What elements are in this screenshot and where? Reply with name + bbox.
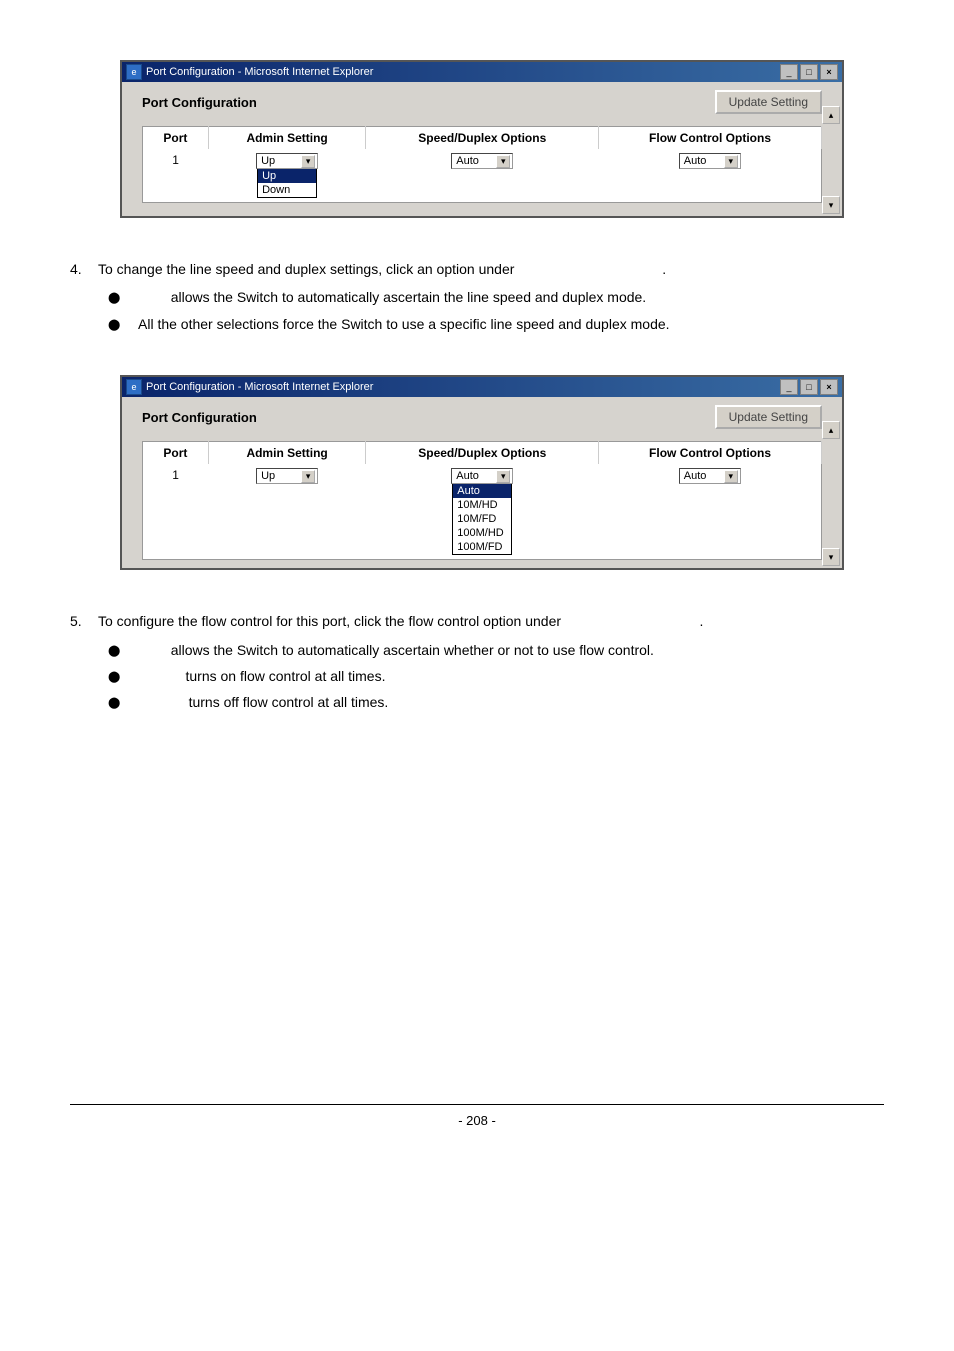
ie-icon: e	[126, 64, 142, 80]
scroll-up-icon[interactable]: ▴	[822, 421, 840, 439]
bullet-text: turns on flow control at all times.	[185, 668, 385, 684]
update-setting-button[interactable]: Update Setting	[715, 90, 822, 114]
step-5-bullet-2: ⬤ Enable turns on flow control at all ti…	[108, 665, 884, 687]
step-5-text: To configure the flow control for this p…	[98, 613, 561, 629]
col-admin: Admin Setting	[208, 127, 366, 150]
col-speed: Speed/Duplex Options	[366, 442, 599, 465]
step-5-bullet-3: ⬤ Disable turns off flow control at all …	[108, 691, 884, 713]
admin-select[interactable]: Up	[256, 468, 318, 484]
col-admin: Admin Setting	[208, 442, 366, 465]
page-footer: - 208 -	[70, 1104, 884, 1128]
admin-dropdown[interactable]: Up Down	[257, 168, 317, 198]
step-5-bullet-1: ⬤ Auto allows the Switch to automaticall…	[108, 639, 884, 661]
bullet-icon: ⬤	[108, 286, 138, 308]
bullet-text: turns off flow control at all times.	[189, 694, 389, 710]
minimize-icon[interactable]: _	[780, 379, 798, 395]
speed-option-10mfd[interactable]: 10M/FD	[453, 512, 511, 526]
maximize-icon[interactable]: □	[800, 379, 818, 395]
col-speed: Speed/Duplex Options	[366, 127, 599, 150]
browser-window-1: e Port Configuration - Microsoft Interne…	[120, 60, 844, 218]
page-title: Port Configuration	[142, 410, 257, 425]
speed-option-100mfd[interactable]: 100M/FD	[453, 540, 511, 554]
close-icon[interactable]: ×	[820, 379, 838, 395]
col-port: Port	[143, 442, 209, 465]
bullet-icon: ⬤	[108, 313, 138, 335]
speed-select[interactable]: Auto	[451, 468, 513, 484]
admin-option-up[interactable]: Up	[258, 169, 316, 183]
admin-select[interactable]: Up	[256, 153, 318, 169]
speed-option-auto[interactable]: Auto	[453, 484, 511, 498]
speed-dropdown[interactable]: Auto 10M/HD 10M/FD 100M/HD 100M/FD	[452, 483, 512, 555]
window-title: Port Configuration - Microsoft Internet …	[146, 381, 780, 393]
flow-select[interactable]: Auto	[679, 468, 741, 484]
config-table: Port Admin Setting Speed/Duplex Options …	[142, 441, 822, 560]
page-title: Port Configuration	[142, 95, 257, 110]
speed-option-100mhd[interactable]: 100M/HD	[453, 526, 511, 540]
bullet-text: allows the Switch to automatically ascer…	[171, 642, 654, 658]
titlebar: e Port Configuration - Microsoft Interne…	[122, 62, 842, 82]
cell-port: 1	[143, 149, 209, 203]
period: .	[662, 261, 666, 277]
step-4-bullet-1: ⬤ Auto allows the Switch to automaticall…	[108, 286, 884, 308]
update-setting-button[interactable]: Update Setting	[715, 405, 822, 429]
step-4-bullet-2: ⬤ All the other selections force the Swi…	[108, 313, 884, 335]
config-table: Port Admin Setting Speed/Duplex Options …	[142, 126, 822, 203]
admin-option-down[interactable]: Down	[258, 183, 316, 197]
speed-select[interactable]: Auto	[451, 153, 513, 169]
step-number: 5.	[70, 610, 98, 632]
minimize-icon[interactable]: _	[780, 64, 798, 80]
scroll-down-icon[interactable]: ▾	[822, 548, 840, 566]
step-4-text: To change the line speed and duplex sett…	[98, 261, 514, 277]
col-port: Port	[143, 127, 209, 150]
flow-select[interactable]: Auto	[679, 153, 741, 169]
bullet-text: allows the Switch to automatically ascer…	[171, 289, 647, 305]
window-title: Port Configuration - Microsoft Internet …	[146, 66, 780, 78]
step-number: 4.	[70, 258, 98, 280]
speed-option-10mhd[interactable]: 10M/HD	[453, 498, 511, 512]
scroll-up-icon[interactable]: ▴	[822, 106, 840, 124]
scroll-down-icon[interactable]: ▾	[822, 196, 840, 214]
titlebar: e Port Configuration - Microsoft Interne…	[122, 377, 842, 397]
ie-icon: e	[126, 379, 142, 395]
cell-port: 1	[143, 464, 209, 560]
step-4: 4. To change the line speed and duplex s…	[70, 258, 884, 280]
step-5: 5. To configure the flow control for thi…	[70, 610, 884, 632]
bullet-icon: ⬤	[108, 639, 138, 661]
bullet-icon: ⬤	[108, 665, 138, 687]
period: .	[700, 613, 704, 629]
close-icon[interactable]: ×	[820, 64, 838, 80]
col-flow: Flow Control Options	[599, 127, 822, 150]
browser-window-2: e Port Configuration - Microsoft Interne…	[120, 375, 844, 570]
col-flow: Flow Control Options	[599, 442, 822, 465]
maximize-icon[interactable]: □	[800, 64, 818, 80]
bullet-icon: ⬤	[108, 691, 138, 713]
page-number: - 208 -	[458, 1113, 496, 1128]
bullet-text: All the other selections force the Switc…	[138, 313, 670, 335]
